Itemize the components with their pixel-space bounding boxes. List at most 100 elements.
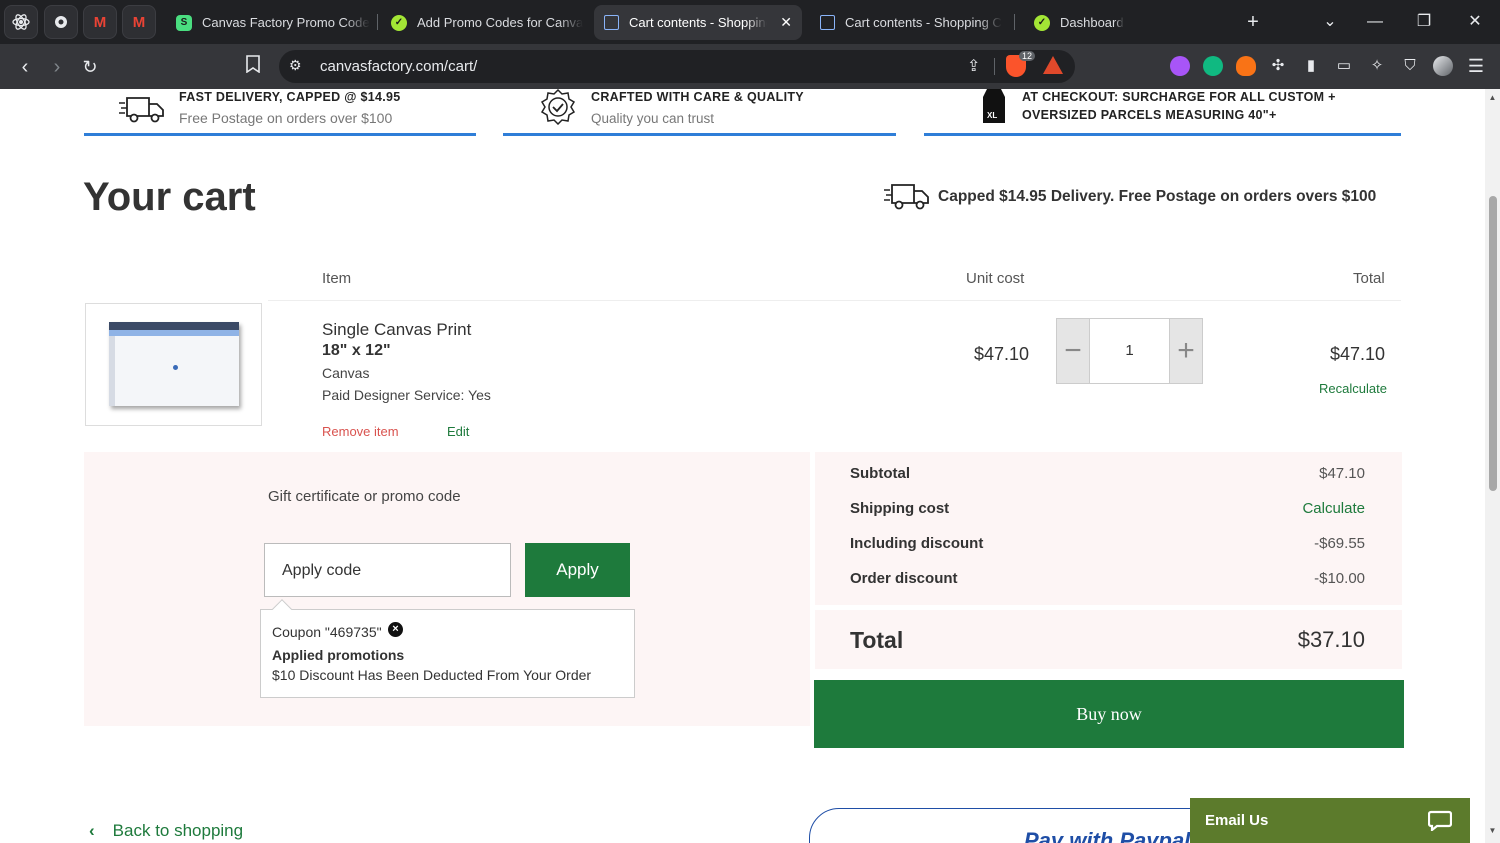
atom-icon [12, 14, 30, 30]
edit-item-link[interactable]: Edit [447, 424, 469, 439]
xl-tag-icon: XL [983, 89, 1005, 123]
subtotal-value: $47.10 [1319, 465, 1365, 482]
banner-subtitle: Free Postage on orders over $100 [179, 110, 393, 126]
reload-icon[interactable]: ↻ [75, 52, 105, 82]
tab-title: Canvas Factory Promo Code [202, 15, 370, 30]
applied-promotion-description: $10 Discount Has Been Deducted From Your… [272, 667, 592, 683]
gmail-pinned-tab-2[interactable]: M [122, 5, 156, 39]
restore-icon[interactable]: ❐ [1409, 8, 1439, 36]
banner-title: OVERSIZED PARCELS MEASURING 40"+ [1022, 108, 1277, 122]
profile-avatar-icon[interactable] [1433, 56, 1453, 76]
calculate-shipping-link[interactable]: Calculate [1302, 500, 1365, 517]
close-window-icon[interactable]: ✕ [1460, 8, 1490, 36]
close-tab-icon[interactable]: ✕ [780, 14, 792, 31]
checkmark-icon: ✓ [1034, 14, 1050, 31]
quantity-increment-button[interactable]: + [1169, 318, 1203, 384]
scroll-down-arrow-icon[interactable]: ▼ [1488, 826, 1497, 835]
scroll-up-arrow-icon[interactable]: ▲ [1488, 93, 1497, 102]
banner-title: AT CHECKOUT: SURCHARGE FOR ALL CUSTOM + [1022, 90, 1336, 104]
promo-code-panel: Gift certificate or promo code Apply cod… [84, 452, 810, 726]
extension-green-icon[interactable] [1203, 56, 1223, 76]
tab-add-promo-codes[interactable]: ✓ Add Promo Codes for Canva [381, 5, 586, 40]
product-name[interactable]: Single Canvas Print [322, 320, 471, 340]
email-us-widget[interactable]: Email Us [1190, 798, 1470, 843]
tab-cart-contents-active[interactable]: Cart contents - Shopping ✕ [594, 5, 802, 40]
sidebar-icon[interactable]: ▮ [1301, 56, 1321, 76]
leo-ai-icon[interactable]: ✧ [1367, 56, 1387, 76]
wallet-icon[interactable]: ▭ [1334, 56, 1354, 76]
page-icon [820, 15, 835, 30]
banner-oversize-surcharge: XL AT CHECKOUT: SURCHARGE FOR ALL CUSTOM… [924, 89, 1401, 136]
omnibox-divider [994, 58, 995, 75]
order-total: Total $37.10 [815, 610, 1402, 669]
address-bar[interactable]: ⚙ canvasfactory.com/cart/ ⇪ 12 [279, 50, 1075, 83]
menu-hamburger-icon[interactable]: ☰ [1466, 56, 1486, 76]
extensions-puzzle-icon[interactable]: ✣ [1268, 56, 1288, 76]
total-value: $37.10 [1297, 627, 1365, 652]
gmail-icon: M [132, 13, 146, 31]
share-icon[interactable]: ⇪ [967, 56, 980, 76]
column-header-unit-cost: Unit cost [966, 270, 1025, 287]
tab-search-chevron-icon[interactable]: ⌄ [1315, 8, 1345, 36]
url-text[interactable]: canvasfactory.com/cart/ [320, 58, 477, 75]
site-settings-icon[interactable]: ⚙ [289, 57, 302, 74]
page-scrollbar[interactable]: ▲ ▼ [1485, 89, 1500, 843]
quality-badge-icon [540, 89, 576, 125]
banner-title: CRAFTED WITH CARE & QUALITY [591, 90, 804, 104]
tab-dashboard[interactable]: ✓ Dashboard [1024, 5, 1219, 40]
page-icon [604, 15, 619, 30]
column-header-item: Item [322, 270, 352, 287]
remove-coupon-icon[interactable]: × [388, 622, 403, 637]
tab-title: Dashboard [1060, 15, 1124, 30]
vpn-shield-icon[interactable]: ⛉ [1400, 56, 1420, 76]
recalculate-link[interactable]: Recalculate [1319, 381, 1387, 396]
product-thumbnail[interactable] [85, 303, 262, 426]
product-material: Canvas [322, 365, 370, 381]
tab-cart-contents[interactable]: Cart contents - Shopping C [810, 5, 1010, 40]
tab-canvas-factory-promo[interactable]: S Canvas Factory Promo Code [166, 5, 371, 40]
table-divider [268, 300, 1401, 301]
product-designer-service: Paid Designer Service: Yes [322, 387, 491, 403]
quantity-input[interactable]: 1 [1089, 318, 1170, 384]
browser-tab-bar: M M S Canvas Factory Promo Code ✓ Add Pr… [0, 0, 1500, 44]
minimize-icon[interactable]: — [1360, 8, 1390, 36]
back-arrow-icon[interactable]: ‹ [10, 52, 40, 82]
product-size: 18" x 12" [322, 342, 391, 359]
new-tab-icon[interactable]: + [1238, 8, 1268, 36]
bookmark-icon[interactable] [238, 52, 268, 82]
column-header-total: Total [1353, 270, 1385, 287]
pay-with-paypal-button[interactable]: Pay with Paypal [809, 808, 1229, 843]
quantity-decrement-button[interactable]: − [1056, 318, 1090, 384]
apply-code-button[interactable]: Apply [525, 543, 630, 597]
remove-item-link[interactable]: Remove item [322, 424, 399, 439]
buy-now-button[interactable]: Buy now [814, 680, 1404, 748]
tab-divider [1014, 14, 1015, 30]
chat-bubble-icon [1428, 810, 1452, 831]
email-us-label: Email Us [1205, 812, 1269, 829]
line-total-value: $47.10 [1329, 344, 1385, 364]
gmail-pinned-tab-1[interactable]: M [83, 5, 117, 39]
delivery-note: Capped $14.95 Delivery. Free Postage on … [938, 188, 1377, 205]
tab-title: Cart contents - Shopping C [845, 15, 1002, 30]
extension-purple-icon[interactable] [1170, 56, 1190, 76]
cart-page: FAST DELIVERY, CAPPED @ $14.95 Free Post… [0, 89, 1485, 843]
extension-flame-icon[interactable] [1236, 56, 1256, 76]
gmail-icon: M [93, 13, 107, 31]
svg-text:XL: XL [987, 111, 997, 120]
applied-coupon-popover: Coupon "469735" × Applied promotions $10… [260, 599, 635, 698]
subtotal-label: Subtotal [850, 465, 910, 482]
canvas-preview-image [109, 322, 239, 406]
forward-arrow-icon[interactable]: › [42, 52, 72, 82]
back-to-shopping-link[interactable]: ‹ Back to shopping [89, 821, 243, 841]
order-summary: Subtotal $47.10 Shipping cost Calculate … [815, 452, 1402, 605]
promo-code-input[interactable]: Apply code [264, 543, 511, 597]
browser-toolbar: ‹ › ↻ ⚙ canvasfactory.com/cart/ ⇪ 12 ✣ ▮… [0, 44, 1500, 89]
delivery-truck-icon [884, 184, 929, 210]
banner-crafted-quality: CRAFTED WITH CARE & QUALITY Quality you … [503, 89, 896, 136]
extension-pinned-tab[interactable] [44, 5, 78, 39]
scrollbar-thumb[interactable] [1489, 196, 1497, 491]
perplexity-pinned-tab[interactable] [4, 5, 38, 39]
brave-rewards-icon[interactable] [1043, 56, 1063, 74]
tab-title: Add Promo Codes for Canva [417, 15, 584, 30]
tab-title: Cart contents - Shopping [629, 15, 767, 30]
